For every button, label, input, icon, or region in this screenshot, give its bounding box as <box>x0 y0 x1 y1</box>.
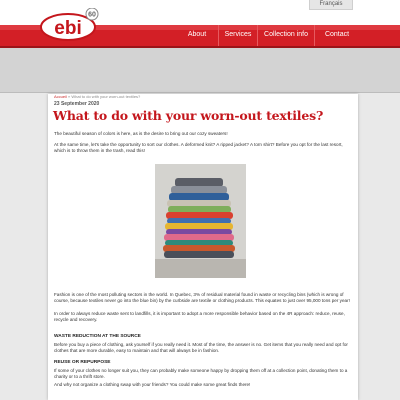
paragraph-2: At the same time, let's take the opportu… <box>54 142 343 153</box>
nav-services[interactable]: Services <box>218 25 257 46</box>
breadcrumb: Accueil » What to do with your worn-out … <box>54 94 140 99</box>
article-title: What to do with your worn-out textiles? <box>53 108 324 123</box>
article-date: 23 September 2020 <box>54 101 100 107</box>
banner-area <box>0 48 400 93</box>
nav-contact[interactable]: Contact <box>314 25 359 46</box>
ebi-logo[interactable]: ebi 60 <box>38 7 104 42</box>
folded-clothes-photo <box>155 164 246 278</box>
anniversary-badge: 60 <box>88 12 96 19</box>
article-panel: Accueil » What to do with your worn-out … <box>48 94 358 400</box>
paragraph-4: In order to always reduce waste sent to … <box>54 311 345 322</box>
breadcrumb-home-link[interactable]: Accueil <box>54 94 67 99</box>
heading-waste-reduction: WASTE REDUCTION AT THE SOURCE <box>54 334 141 339</box>
paragraph-5: Before you buy a piece of clothing, ask … <box>54 342 348 353</box>
breadcrumb-current: » What to do with your worn-out textiles… <box>66 94 141 99</box>
paragraph-7: And why not organize a clothing swap wit… <box>54 382 251 387</box>
logo-text: ebi <box>54 18 81 39</box>
paragraph-3: Fashion is one of the most polluting sec… <box>54 292 350 303</box>
paragraph-6: If some of your clothes no longer suit y… <box>54 368 348 379</box>
language-button[interactable]: Français <box>309 0 353 10</box>
clothes-stack-illustration <box>155 164 246 278</box>
paragraph-intro: The beautiful season of colors is here, … <box>54 131 228 136</box>
ebi-logo-graphic: ebi 60 <box>40 7 99 41</box>
nav-collection-info[interactable]: Collection info <box>257 25 314 46</box>
nav-about[interactable]: About <box>176 25 218 46</box>
heading-reuse: REUSE OR REPURPOSE <box>54 360 111 365</box>
